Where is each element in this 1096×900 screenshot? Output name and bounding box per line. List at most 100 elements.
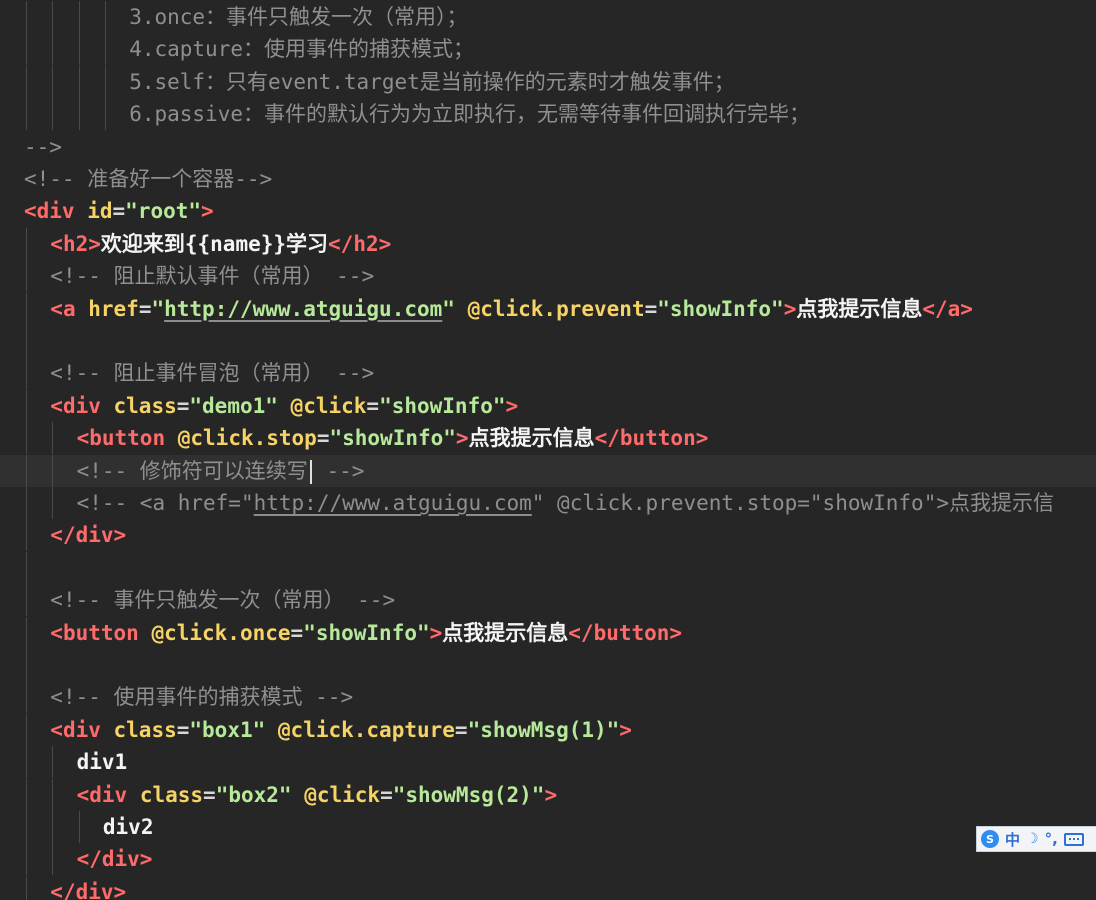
- code-line[interactable]: <!-- 准备好一个容器-->: [0, 163, 1096, 195]
- indent-guide: [78, 65, 80, 98]
- code-line[interactable]: <div id="root">: [0, 195, 1096, 227]
- indent-guide: [26, 33, 27, 66]
- indent-guide: [26, 292, 27, 325]
- code-token-str: "box2": [215, 782, 305, 807]
- code-line[interactable]: -->: [0, 131, 1096, 163]
- code-token-tag: </h2>: [328, 231, 392, 256]
- code-token-attr: @click: [304, 782, 381, 807]
- ime-status-bar[interactable]: S 中 ☽ °,: [976, 826, 1096, 852]
- code-line[interactable]: [0, 551, 1096, 584]
- code-line[interactable]: <button @click.once="showInfo">点我提示信息</b…: [0, 616, 1096, 649]
- indent-guide: [26, 487, 27, 519]
- code-line[interactable]: <div class="box1" @click.capture="showMs…: [0, 713, 1096, 746]
- code-line[interactable]: <button @click.stop="showInfo">点我提示信息</b…: [0, 422, 1096, 455]
- code-link[interactable]: http://www.atguigu.com: [164, 297, 442, 321]
- code-text: <div id="root">: [24, 195, 214, 227]
- code-line[interactable]: div1: [0, 746, 1096, 779]
- code-line[interactable]: 3.once：事件只触发一次（常用）；: [0, 1, 1096, 33]
- code-token-tag: >: [455, 426, 469, 451]
- code-token-str: ": [442, 296, 468, 321]
- code-line[interactable]: [0, 325, 1096, 357]
- indent-guide: [26, 616, 27, 649]
- code-token-text: 点我提示信息: [796, 296, 923, 321]
- code-token-tag: >: [505, 393, 519, 418]
- code-token-comment: 5.self：只有event.target是当前操作的元素时才触发事件；: [129, 69, 735, 94]
- code-token-comment: 4.capture：使用事件的捕获模式；: [129, 37, 474, 62]
- code-line[interactable]: </div>: [0, 519, 1096, 552]
- code-token-tag: <h2>: [50, 231, 101, 256]
- code-text: <!-- <a href="http://www.atguigu.com" @c…: [77, 487, 1054, 519]
- code-token-str: "demo1": [189, 393, 291, 418]
- indent-guide: [52, 811, 54, 843]
- code-text: </div>: [77, 843, 153, 875]
- code-token-str: "showMsg(2)": [392, 782, 545, 807]
- indent-guide: [78, 33, 80, 66]
- code-line[interactable]: <h2>欢迎来到{{name}}学习</h2>: [0, 227, 1096, 260]
- half-width-moon-icon[interactable]: ☽: [1026, 831, 1039, 847]
- code-line[interactable]: </div>: [0, 843, 1096, 876]
- code-token-attr: @click.once: [151, 620, 291, 645]
- indent-guide: [26, 519, 27, 552]
- code-token-tag: <a: [50, 296, 89, 321]
- code-line[interactable]: <div class="box2" @click="showMsg(2)">: [0, 778, 1096, 811]
- code-token-text: 点我提示信息: [468, 426, 595, 451]
- code-line[interactable]: [0, 649, 1096, 681]
- code-text: div1: [77, 746, 128, 778]
- indent-guide: [26, 227, 27, 260]
- keyboard-icon[interactable]: [1063, 832, 1084, 846]
- code-token-tag: <div: [24, 199, 88, 224]
- code-token-tag: </button>: [568, 620, 683, 645]
- code-token-str: "showInfo": [657, 296, 784, 321]
- indent-guide: [52, 487, 54, 519]
- code-text: 5.self：只有event.target是当前操作的元素时才触发事件；: [129, 66, 735, 98]
- indent-guide: [26, 65, 27, 98]
- code-line[interactable]: <!-- <a href="http://www.atguigu.com" @c…: [0, 487, 1096, 519]
- code-line[interactable]: div2: [0, 811, 1096, 843]
- code-line[interactable]: <div class="demo1" @click="showInfo">: [0, 389, 1096, 422]
- indent-guide: [26, 98, 27, 131]
- code-line[interactable]: <!-- 阻止事件冒泡（常用） -->: [0, 357, 1096, 390]
- code-token-comment: -->: [313, 458, 365, 483]
- code-text: 6.passive：事件的默认行为为立即执行，无需等待事件回调执行完毕；: [129, 98, 810, 130]
- code-token-comment: <!-- 使用事件的捕获模式 -->: [50, 685, 354, 710]
- code-line[interactable]: 5.self：只有event.target是当前操作的元素时才触发事件；: [0, 65, 1096, 98]
- code-token-tag: <div: [50, 717, 114, 742]
- indent-guide: [26, 1, 27, 33]
- code-text: -->: [24, 131, 62, 163]
- indent-guide: [52, 746, 54, 779]
- code-line[interactable]: </div>: [0, 875, 1096, 900]
- code-token-op: =: [138, 296, 152, 321]
- code-token-comment: <!-- 事件只触发一次（常用） -->: [50, 588, 396, 613]
- code-line[interactable]: <!-- 事件只触发一次（常用） -->: [0, 584, 1096, 617]
- code-token-attr: href: [88, 296, 139, 321]
- code-link[interactable]: http://www.atguigu.com: [254, 491, 532, 515]
- code-editor[interactable]: 3.once：事件只触发一次（常用）； 4.capture：使用事件的捕获模式； 5…: [0, 0, 1096, 900]
- code-line[interactable]: 6.passive：事件的默认行为为立即执行，无需等待事件回调执行完毕；: [0, 98, 1096, 131]
- code-token-attr: class: [113, 393, 177, 418]
- code-text: <a href="http://www.atguigu.com" @click.…: [50, 293, 973, 325]
- indent-guide: [26, 649, 27, 681]
- indent-guide: [26, 584, 27, 617]
- ime-mode-label[interactable]: 中: [1005, 829, 1020, 850]
- code-line[interactable]: 4.capture：使用事件的捕获模式；: [0, 33, 1096, 66]
- code-text: <h2>欢迎来到{{name}}学习</h2>: [50, 228, 391, 260]
- code-line[interactable]: <!-- 阻止默认事件（常用） -->: [0, 260, 1096, 293]
- punctuation-icon[interactable]: °,: [1045, 830, 1058, 848]
- indent-guide: [26, 681, 27, 714]
- code-line[interactable]: <a href="http://www.atguigu.com" @click.…: [0, 292, 1096, 325]
- indent-guide: [26, 875, 27, 900]
- code-token-str: "showMsg(1)": [467, 717, 620, 742]
- indent-guide: [52, 778, 54, 811]
- code-token-attr: class: [113, 717, 177, 742]
- code-line[interactable]: <!-- 使用事件的捕获模式 -->: [0, 681, 1096, 714]
- sogou-logo-icon[interactable]: S: [981, 830, 999, 848]
- code-token-comment: -->: [24, 134, 62, 159]
- code-token-tag: </div>: [50, 523, 127, 548]
- code-line[interactable]: <!-- 修饰符可以连续写 -->: [0, 454, 1096, 487]
- code-token-str: "showInfo": [329, 426, 456, 451]
- code-token-comment: 3.once：事件只触发一次（常用）；: [129, 5, 468, 29]
- indent-guide: [104, 98, 106, 131]
- code-text: <div class="box2" @click="showMsg(2)">: [77, 779, 558, 811]
- code-token-tag: <div: [50, 393, 114, 418]
- indent-guide: [52, 454, 54, 487]
